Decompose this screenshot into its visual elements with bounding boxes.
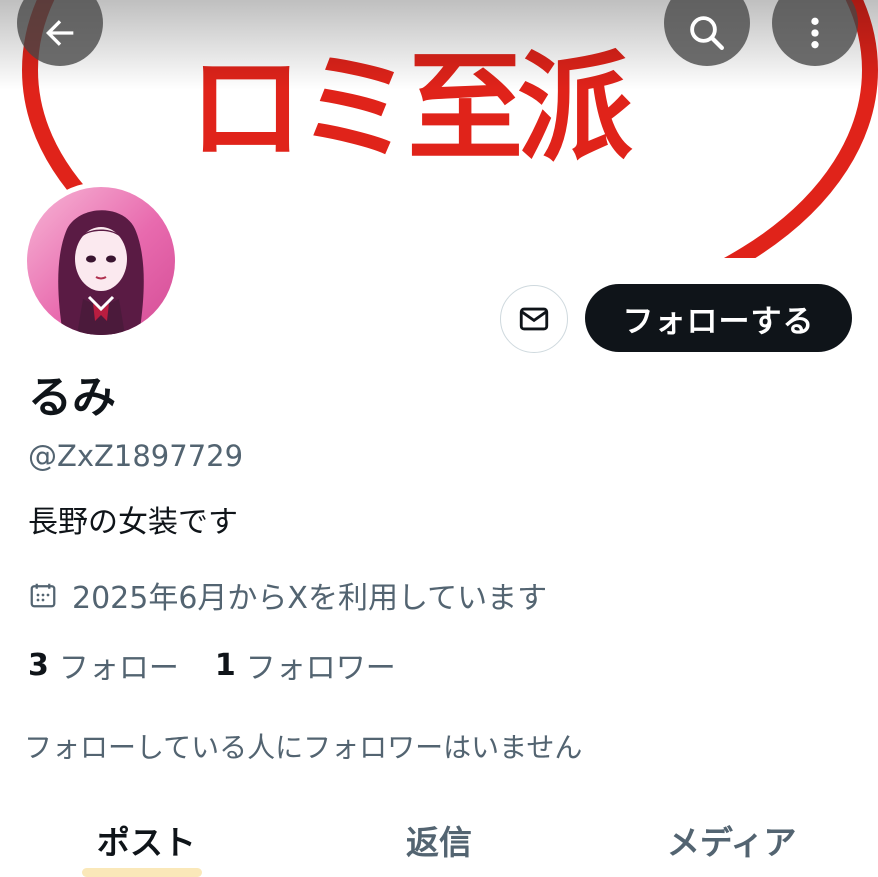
tab-media[interactable]: メディア <box>585 806 878 877</box>
followers-you-know: フォローしている人にフォロワーはいません <box>24 731 583 764</box>
tab-replies[interactable]: 返信 <box>293 806 586 877</box>
follow-stats: 3 フォロー 1 フォロワー <box>28 642 432 688</box>
envelope-icon <box>519 307 549 331</box>
followers-label: フォロワー <box>245 651 396 686</box>
user-handle: @ZxZ1897729 <box>28 439 244 473</box>
active-tab-indicator <box>82 868 202 877</box>
avatar-image <box>27 187 175 335</box>
profile-bio: 長野の女装です <box>28 505 238 540</box>
follow-button[interactable]: フォローする <box>585 284 852 352</box>
followers-count: 1 <box>214 647 236 683</box>
display-name: るみ <box>28 372 116 423</box>
tab-posts[interactable]: ポスト <box>0 806 293 877</box>
joined-text: 2025年6月からXを利用しています <box>72 581 548 616</box>
following-count: 3 <box>28 647 49 683</box>
joined-date: 2025年6月からXを利用しています <box>28 572 547 618</box>
profile-tabs: ポスト 返信 メディア <box>0 806 878 877</box>
arrow-left-icon <box>46 20 74 46</box>
avatar[interactable] <box>22 182 180 340</box>
more-vertical-icon <box>811 17 819 49</box>
calendar-icon <box>30 583 56 608</box>
message-button[interactable] <box>500 285 568 353</box>
search-icon <box>690 16 724 50</box>
followers-link[interactable]: 1 フォロワー <box>215 643 396 687</box>
following-link[interactable]: 3 フォロー <box>28 643 179 687</box>
following-label: フォロー <box>58 651 179 686</box>
